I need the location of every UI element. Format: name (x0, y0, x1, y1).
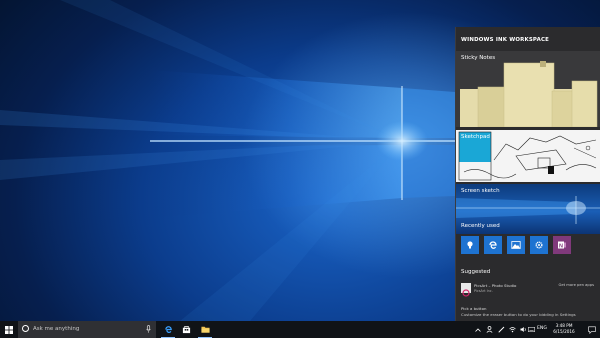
pen-hint-title: Pick a button (461, 306, 487, 311)
notification-icon (587, 326, 596, 334)
edge-icon (164, 326, 172, 334)
screen-sketch-label: Screen sketch (461, 188, 500, 194)
sketchpad-tile[interactable]: Sketchpad (456, 130, 600, 182)
taskbar-file-explorer-button[interactable] (196, 321, 214, 338)
taskbar-clock[interactable]: 3:48 PM 6/15/2016 (549, 323, 579, 335)
cortana-search-box[interactable]: Ask me anything (18, 321, 156, 338)
get-more-pen-apps-link[interactable]: Get more pen apps (559, 283, 594, 287)
microphone-icon[interactable] (146, 325, 151, 333)
recently-used-apps: N (461, 236, 596, 256)
suggested-app-item[interactable]: PicsArt – Photo Studio PicsArt Inc. Get … (461, 283, 596, 299)
cortana-icon (22, 325, 29, 332)
start-button[interactable] (0, 321, 18, 338)
suggested-app-name: PicsArt – Photo Studio (474, 283, 517, 288)
folder-icon (200, 326, 210, 333)
taskbar-store-button[interactable] (177, 321, 195, 338)
pen-hint-description: Customize the eraser button to do your b… (461, 312, 576, 317)
ink-workspace-title: WINDOWS INK WORKSPACE (461, 37, 550, 43)
photos-icon[interactable] (507, 236, 525, 254)
clock-date: 6/15/2016 (553, 329, 575, 334)
sticky-notes-label: Sticky Notes (461, 55, 496, 61)
sticky-notes-preview (460, 61, 598, 127)
edge-icon[interactable] (484, 236, 502, 254)
sketchpad-label: Sketchpad (461, 134, 490, 140)
suggested-app-publisher: PicsArt Inc. (474, 289, 493, 293)
wifi-icon (508, 327, 516, 333)
windows-logo-icon (5, 325, 13, 334)
settings-gear-icon[interactable] (530, 236, 548, 254)
keyboard-icon (528, 327, 535, 332)
speaker-icon (520, 327, 526, 332)
keyboard-tray-button[interactable] (527, 321, 536, 338)
suggested-label: Suggested (461, 269, 491, 275)
chevron-up-icon (475, 327, 481, 332)
picsart-logo-icon (461, 283, 471, 297)
taskbar: Ask me anything ENG 3:48 PM 6/15/2016 (0, 321, 600, 338)
windows-ink-tray-button[interactable] (496, 321, 506, 338)
people-icon (486, 326, 492, 333)
input-language-indicator[interactable]: ENG (537, 326, 547, 331)
sticky-notes-tile[interactable]: Sticky Notes (456, 51, 600, 127)
svg-text:N: N (559, 243, 563, 249)
pen-icon (498, 326, 504, 333)
recently-used-label: Recently used (461, 223, 500, 229)
search-placeholder: Ask me anything (33, 325, 80, 332)
ink-workspace-panel: WINDOWS INK WORKSPACE Sticky Notes Sketc… (455, 27, 600, 321)
pen-hint[interactable]: Pick a button Customize the eraser butto… (456, 305, 600, 317)
people-tray-button[interactable] (484, 321, 494, 338)
action-center-button[interactable] (583, 321, 600, 338)
network-tray-button[interactable] (507, 321, 517, 338)
onenote-icon[interactable]: N (553, 236, 571, 254)
taskbar-edge-button[interactable] (159, 321, 177, 338)
store-bag-icon (182, 325, 190, 334)
lightbulb-icon[interactable] (461, 236, 479, 254)
show-hidden-icons-button[interactable] (473, 321, 483, 338)
